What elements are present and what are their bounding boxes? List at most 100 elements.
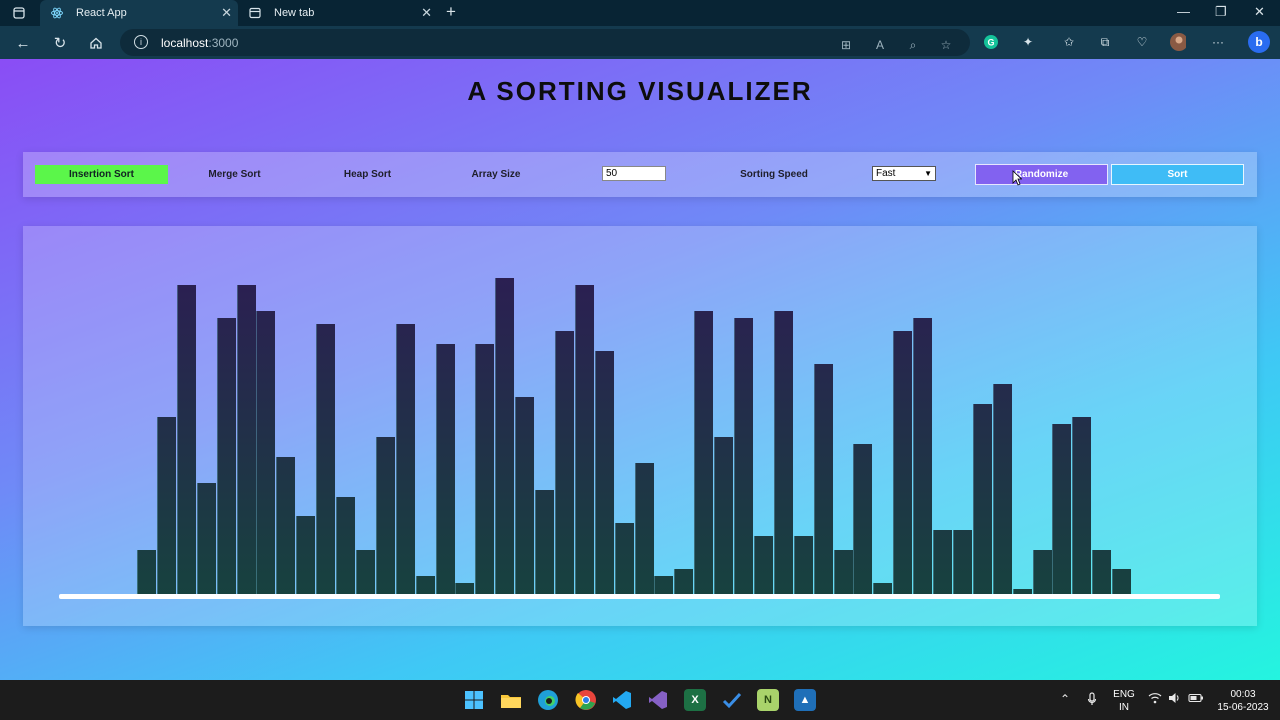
- array-bar: [972, 404, 992, 596]
- array-bar: [554, 331, 574, 596]
- new-tab-page-icon: [248, 6, 262, 20]
- sorting-speed-select[interactable]: Fast ▼: [872, 166, 936, 181]
- home-icon[interactable]: [85, 32, 107, 54]
- array-bar: [535, 490, 554, 596]
- array-bar: [475, 344, 495, 596]
- array-bar: [336, 497, 355, 596]
- chevron-down-icon: ▼: [924, 169, 932, 178]
- array-bar: [893, 331, 913, 596]
- array-bar: [793, 536, 813, 596]
- page-title: A SORTING VISUALIZER: [467, 76, 813, 106]
- array-bar: [654, 576, 674, 596]
- vscode-icon[interactable]: [611, 689, 633, 711]
- mouse-pointer-icon: [1012, 170, 1022, 186]
- tab-actions-icon[interactable]: [8, 2, 30, 24]
- back-arrow-icon[interactable]: ←: [12, 32, 34, 54]
- randomize-button[interactable]: Randomize: [975, 164, 1108, 185]
- notepad-plus-icon[interactable]: N: [757, 689, 779, 711]
- url-field[interactable]: i localhost:3000 ⊞ A ⌕ ☆: [120, 29, 970, 56]
- heap-sort-button[interactable]: Heap Sort: [301, 165, 434, 184]
- excel-icon[interactable]: X: [684, 689, 706, 711]
- todo-icon[interactable]: [721, 689, 743, 711]
- favorite-star-icon[interactable]: ☆: [938, 37, 954, 53]
- svg-text:b: b: [1255, 35, 1262, 49]
- more-options-icon[interactable]: ···: [1210, 34, 1226, 50]
- array-bar: [1052, 424, 1072, 596]
- sorting-speed-label: Sorting Speed: [740, 169, 808, 180]
- array-bar: [296, 516, 316, 596]
- extensions-puzzle-icon[interactable]: ✦: [1020, 34, 1036, 50]
- array-bar: [256, 311, 276, 596]
- volume-icon[interactable]: [1168, 692, 1182, 707]
- language-indicator[interactable]: ENG IN: [1110, 688, 1138, 714]
- windows-start-icon[interactable]: [463, 689, 485, 711]
- close-window-button[interactable]: ✕: [1254, 4, 1265, 20]
- maximize-button[interactable]: ❐: [1215, 4, 1227, 20]
- close-tab-icon[interactable]: ✕: [221, 5, 232, 21]
- array-bar: [614, 523, 634, 596]
- sort-button[interactable]: Sort: [1111, 164, 1244, 185]
- array-bar: [375, 437, 395, 596]
- bing-copilot-icon[interactable]: b: [1248, 31, 1270, 53]
- zoom-icon[interactable]: ⌕: [905, 37, 921, 53]
- tab-title: React App: [76, 7, 127, 19]
- array-bar: [515, 397, 535, 596]
- address-bar-row: ← ↻ i localhost:3000 ⊞ A ⌕ ☆ G ✦ ✩ ⧉ ♡ ·…: [0, 26, 1280, 59]
- refresh-icon[interactable]: ↻: [49, 32, 71, 54]
- page-viewport: A SORTING VISUALIZER Insertion Sort Merg…: [0, 59, 1280, 680]
- clock[interactable]: 00:03 15-06-2023: [1210, 688, 1276, 714]
- array-size-input[interactable]: [602, 166, 666, 181]
- windows-taskbar: X N ▲ ⌃ ENG IN 00:03 15-06-2023: [0, 680, 1280, 720]
- array-bar: [853, 444, 873, 596]
- array-bar: [933, 530, 952, 596]
- photos-icon[interactable]: ▲: [794, 689, 816, 711]
- control-panel: Insertion Sort Merge Sort Heap Sort Arra…: [23, 152, 1257, 197]
- visual-studio-icon[interactable]: [647, 689, 669, 711]
- microphone-icon[interactable]: [1087, 692, 1097, 709]
- merge-sort-button[interactable]: Merge Sort: [168, 165, 301, 184]
- baseline: [59, 594, 1220, 599]
- array-bar: [176, 285, 196, 596]
- info-icon[interactable]: i: [134, 35, 148, 49]
- file-explorer-icon[interactable]: [500, 689, 522, 711]
- array-bar: [773, 311, 793, 596]
- minimize-button[interactable]: —: [1177, 4, 1190, 19]
- tab-react-app[interactable]: React App ✕: [40, 0, 238, 26]
- browser-essentials-icon[interactable]: ♡: [1134, 34, 1150, 50]
- array-bar: [574, 285, 594, 596]
- array-bar: [753, 536, 773, 596]
- svg-text:G: G: [987, 38, 994, 48]
- array-bar: [276, 457, 296, 596]
- tab-title: New tab: [274, 7, 315, 19]
- array-bar: [634, 463, 654, 596]
- array-bar: [952, 530, 972, 596]
- sorting-speed-value: Fast: [876, 168, 896, 179]
- array-bar: [813, 364, 833, 596]
- array-bar: [435, 344, 455, 596]
- chrome-browser-icon[interactable]: [575, 689, 597, 711]
- app-available-icon[interactable]: ⊞: [838, 37, 854, 53]
- grammarly-extension-icon[interactable]: G: [983, 34, 999, 50]
- tab-new-tab[interactable]: New tab ✕: [238, 0, 438, 26]
- favorites-icon[interactable]: ✩: [1061, 34, 1077, 50]
- array-bar: [1112, 569, 1132, 596]
- read-aloud-icon[interactable]: A: [872, 37, 888, 53]
- clock-date: 15-06-2023: [1217, 702, 1269, 713]
- insertion-sort-button[interactable]: Insertion Sort: [35, 165, 168, 184]
- array-bar: [355, 550, 375, 596]
- wifi-icon[interactable]: [1148, 692, 1162, 707]
- battery-icon[interactable]: [1188, 692, 1204, 707]
- array-bar: [196, 483, 216, 596]
- array-bar: [236, 285, 256, 596]
- new-tab-button[interactable]: +: [446, 2, 456, 22]
- edge-browser-icon[interactable]: [537, 689, 559, 711]
- collections-icon[interactable]: ⧉: [1097, 34, 1113, 50]
- profile-avatar[interactable]: [1170, 33, 1186, 51]
- visualizer-panel: [23, 226, 1257, 626]
- show-hidden-icons-icon[interactable]: ⌃: [1060, 692, 1070, 706]
- array-bar: [714, 437, 734, 596]
- array-bar: [594, 351, 614, 596]
- close-tab-icon[interactable]: ✕: [421, 5, 432, 21]
- array-bar: [1032, 550, 1052, 596]
- array-bar: [415, 576, 435, 596]
